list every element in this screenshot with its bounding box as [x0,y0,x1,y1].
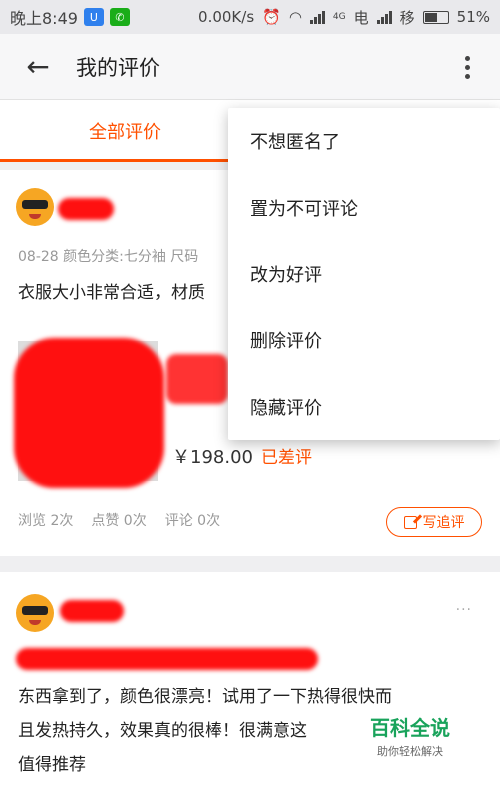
back-arrow-icon[interactable]: ← [0,34,76,100]
review-stats: 浏览 2次 点赞 0次 评论 0次 [18,510,220,530]
status-time: 晚上8:49 [10,9,78,28]
status-bar: 晚上8:49 U ✆ 0.00K/s ⏰ ◠ 4G 电 移 51% [0,0,500,34]
write-followup-button[interactable]: 写追评 [386,507,482,537]
overflow-menu: 不想匿名了 置为不可评论 改为好评 删除评价 隐藏评价 [228,108,500,440]
app-bar: ← 我的评价 [0,34,500,100]
network-speed: 0.00K/s [198,8,255,26]
review-status: 已差评 [260,448,312,468]
page-title: 我的评价 [76,55,160,80]
watermark-subtitle: 助你轻松解决 [377,745,443,758]
review-content-line-1[interactable]: 东西拿到了，颜色很漂亮！试用了一下热得很快而 [18,680,392,714]
review-meta: 08-28 颜色分类:七分袖 尺码 [18,249,199,265]
carrier-1: 电 [353,8,369,27]
redacted-product-image [14,338,164,488]
followup-label: 写追评 [422,515,465,531]
carrier-2: 移 [399,8,415,27]
comments-count: 评论 0次 [164,513,221,529]
more-menu-icon[interactable] [452,52,482,82]
card-more-icon[interactable]: ··· [456,602,472,618]
tab-active-indicator [0,159,250,162]
redacted-username [60,600,124,622]
product-price: ￥198.00 [172,447,253,468]
battery-level: 51% [456,8,490,26]
avatar[interactable] [16,188,54,226]
menu-item-delete-review[interactable]: 删除评价 [228,307,500,373]
avatar[interactable] [16,594,54,632]
wechat-icon: ✆ [109,8,130,26]
watermark: 百科全说 助你轻松解决 [358,708,462,764]
review-content[interactable]: 衣服大小非常合适，材质 [18,276,205,310]
menu-item-unanonymize[interactable]: 不想匿名了 [228,108,500,174]
edit-icon [403,515,417,529]
wifi-icon: ◠ [288,8,302,26]
redacted-username [58,198,114,220]
redacted-product-title [166,354,228,404]
net-type: 4G [332,12,346,22]
signal-icon-2 [376,10,392,24]
app-notification-icon: U [83,8,104,26]
likes-count: 点赞 0次 [91,513,147,529]
product-price-row: ￥198.00 已差评 [172,443,312,469]
watermark-logo: 百科全说 [370,716,450,740]
menu-item-hide-review[interactable]: 隐藏评价 [228,374,500,440]
battery-icon [422,10,449,24]
menu-item-disable-comments[interactable]: 置为不可评论 [228,174,500,240]
menu-item-change-to-positive[interactable]: 改为好评 [228,241,500,307]
review-content-line-2[interactable]: 且发热持久，效果真的很棒！很满意这 [18,714,307,748]
alarm-icon: ⏰ [262,8,281,26]
tab-all-reviews[interactable]: 全部评价 [0,100,250,162]
review-content-line-3[interactable]: 值得推荐 [18,748,86,782]
signal-icon [309,10,325,24]
views-count: 浏览 2次 [18,513,74,529]
redacted-review-meta [16,648,318,670]
